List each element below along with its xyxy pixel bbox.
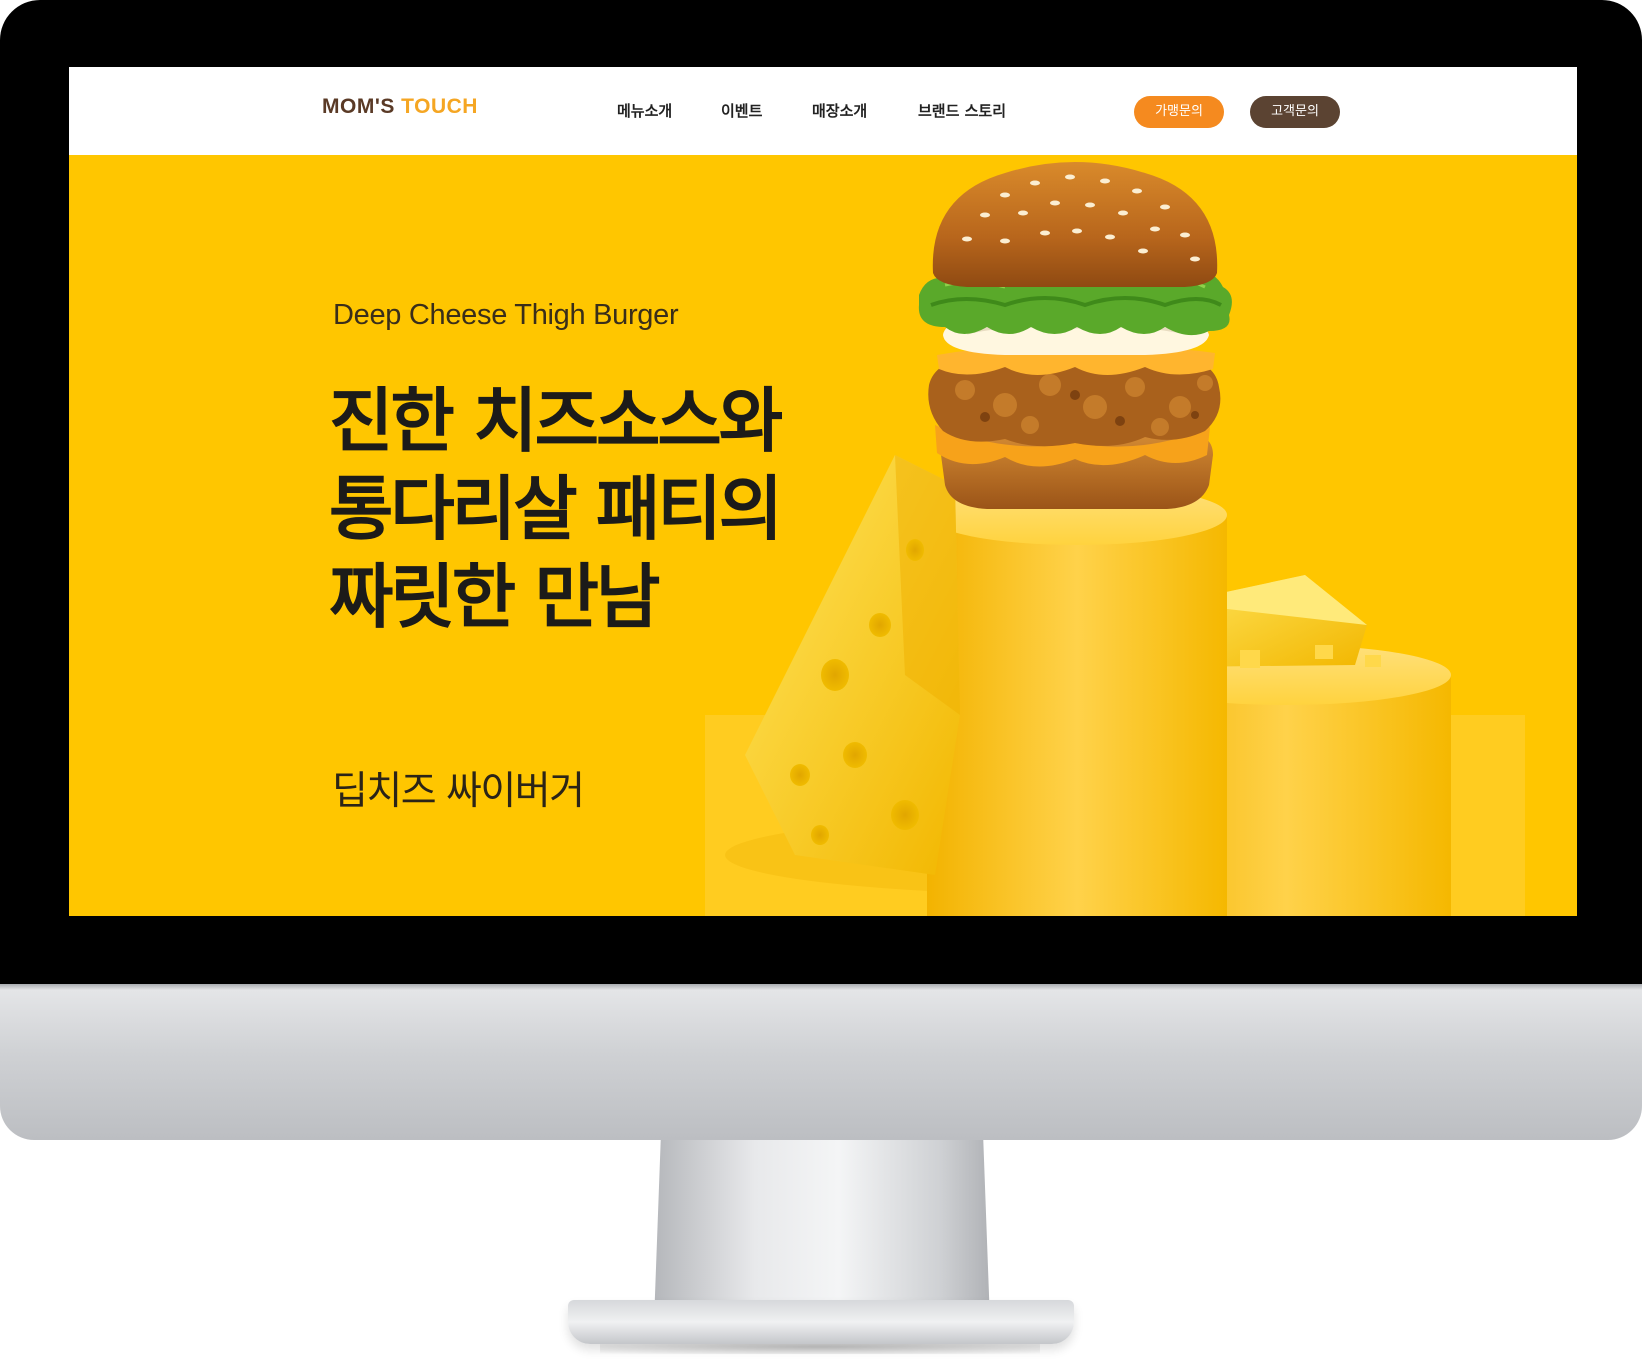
website-screen: MOM'S TOUCH 메뉴소개 이벤트 매장소개 브랜드 스토리 가맹문의 고… (69, 67, 1577, 916)
hero-banner[interactable]: Deep Cheese Thigh Burger 진한 치즈소스와 통다리살 패… (69, 155, 1577, 916)
monitor-stand-neck (654, 1140, 990, 1322)
burger-with-cheese-illustration (705, 162, 1525, 916)
nav-item-brand-story[interactable]: 브랜드 스토리 (918, 100, 1006, 121)
monitor-stand-base (568, 1300, 1074, 1344)
monitor-mockup: MOM'S TOUCH 메뉴소개 이벤트 매장소개 브랜드 스토리 가맹문의 고… (0, 0, 1642, 1367)
customer-inquiry-button[interactable]: 고객문의 (1250, 96, 1340, 128)
nav-item-store[interactable]: 매장소개 (812, 100, 867, 121)
moms-touch-logo[interactable]: MOM'S TOUCH (322, 95, 478, 119)
hero-product-name: 딥치즈 싸이버거 (332, 769, 585, 814)
franchise-inquiry-button[interactable]: 가맹문의 (1134, 96, 1224, 128)
top-navigation-bar: MOM'S TOUCH 메뉴소개 이벤트 매장소개 브랜드 스토리 가맹문의 고… (69, 67, 1577, 155)
nav-item-event[interactable]: 이벤트 (721, 100, 762, 121)
monitor-chin (0, 984, 1642, 1140)
logo-text-moms: MOM'S (322, 95, 395, 118)
hero-eyebrow: Deep Cheese Thigh Burger (333, 299, 679, 331)
nav-item-menu[interactable]: 메뉴소개 (617, 100, 672, 121)
logo-text-touch: TOUCH (401, 95, 478, 118)
